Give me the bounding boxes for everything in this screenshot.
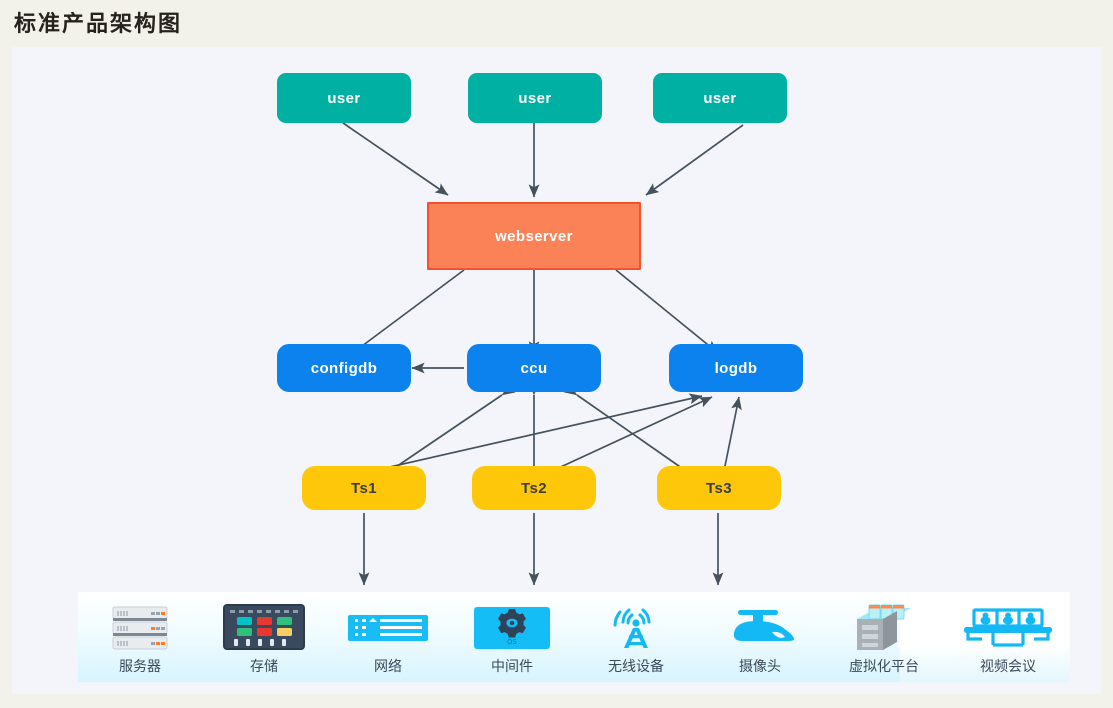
device-camera[interactable]: 摄像头 [698, 592, 822, 682]
virtual-platform-icon [845, 603, 923, 653]
device-label: 虚拟化平台 [849, 659, 919, 675]
video-conference-icon [958, 603, 1058, 653]
node-label: user [703, 89, 737, 107]
node-ts3[interactable]: Ts3 [657, 466, 781, 510]
device-virtualization[interactable]: 虚拟化平台 [822, 592, 946, 682]
node-label: user [518, 89, 552, 107]
edge-user3-webserver [645, 124, 744, 196]
edge-ts2-logdb [551, 396, 713, 472]
dome-camera-icon [720, 603, 800, 653]
gear-os-badge: OS [507, 638, 518, 646]
node-ccu[interactable]: ccu [467, 344, 601, 392]
node-label: configdb [310, 359, 378, 377]
node-label: Ts3 [706, 479, 732, 497]
node-ts2[interactable]: Ts2 [472, 466, 596, 510]
server-stack-icon [109, 603, 171, 653]
node-configdb[interactable]: configdb [277, 344, 411, 392]
node-label: Ts1 [351, 479, 377, 497]
device-label: 服务器 [119, 659, 161, 675]
device-video-conference[interactable]: 视频会议 [946, 592, 1070, 682]
edge-ts3-logdb [723, 396, 742, 472]
node-webserver[interactable]: webserver [427, 202, 641, 270]
node-label: logdb [714, 359, 758, 377]
device-storage[interactable]: 存储 [202, 592, 326, 682]
device-label: 视频会议 [980, 659, 1036, 675]
device-label: 存储 [250, 659, 278, 675]
diagram-canvas: user user user webserver configdb ccu lo… [12, 47, 1101, 694]
edge-webserver-logdb [615, 269, 719, 354]
node-label: webserver [495, 227, 573, 245]
node-label: user [327, 89, 361, 107]
node-user-2[interactable]: user [468, 73, 602, 123]
wireless-antenna-icon [600, 603, 672, 653]
page-title: 标准产品架构图 [14, 11, 183, 37]
edge-webserver-configdb [340, 258, 478, 364]
device-wireless[interactable]: 无线设备 [574, 592, 698, 682]
node-ts1[interactable]: Ts1 [302, 466, 426, 510]
device-label: 中间件 [491, 659, 533, 675]
edge-ccu-ts3 [563, 383, 700, 483]
node-logdb[interactable]: logdb [669, 344, 803, 392]
gear-os-icon: OS [473, 603, 551, 653]
edge-ts1-logdb [371, 393, 703, 472]
node-label: Ts2 [521, 479, 547, 497]
device-server[interactable]: 服务器 [78, 592, 202, 682]
device-bar: 服务器 存储 网络 OS 中间件 无线设备 摄像头 虚拟化平台 视频会议 [78, 592, 1070, 682]
device-label: 网络 [374, 659, 402, 675]
storage-array-icon [221, 603, 307, 653]
device-label: 无线设备 [608, 659, 664, 675]
node-label: ccu [520, 359, 548, 377]
network-switch-icon [346, 603, 430, 653]
device-middleware[interactable]: OS 中间件 [450, 592, 574, 682]
node-user-1[interactable]: user [277, 73, 411, 123]
node-user-3[interactable]: user [653, 73, 787, 123]
edge-user1-webserver [342, 122, 449, 196]
device-network[interactable]: 网络 [326, 592, 450, 682]
edge-ccu-ts1 [376, 383, 516, 483]
device-label: 摄像头 [739, 659, 781, 675]
